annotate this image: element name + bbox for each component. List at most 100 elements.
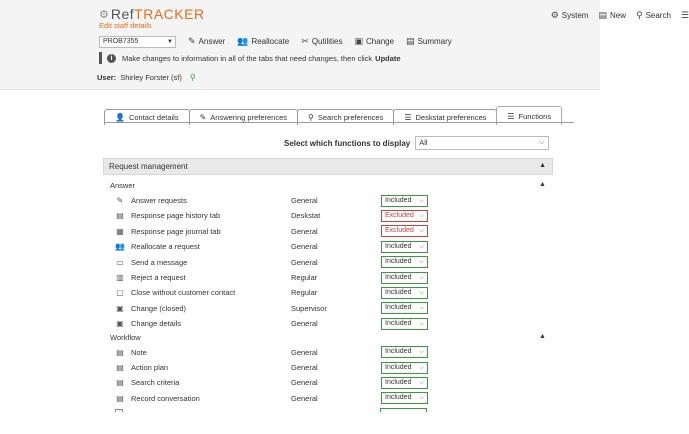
function-type: General — [291, 257, 318, 267]
function-type: Regular — [291, 288, 318, 298]
answer-button[interactable]: ✎ Answer — [188, 36, 225, 47]
chevron-down-icon: ⌵ — [419, 242, 424, 250]
status-select[interactable]: Included ⌵ — [381, 240, 428, 253]
group-title: Workflow — [110, 332, 141, 342]
function-type: General — [291, 378, 318, 388]
chevron-down-icon: ⌵ — [419, 227, 424, 235]
list-icon: ▤ — [116, 211, 124, 221]
journal-icon: ▦ — [116, 226, 124, 236]
pencil-icon: ✎ — [199, 113, 207, 122]
change-button[interactable]: ▣ Change — [355, 36, 395, 47]
reject-icon: ▥ — [116, 273, 124, 282]
collapse-icon[interactable]: ▲ — [539, 333, 546, 340]
function-row: ▥ Reject a request Regular Included ⌵ — [115, 271, 445, 284]
page-subtitle: Edit staff details — [99, 21, 152, 30]
status-select[interactable]: Included ⌵ — [381, 346, 428, 359]
qutilities-button[interactable]: ✂ Qutilities — [301, 36, 342, 47]
users-icon: 👥 — [237, 36, 249, 46]
chevron-down-icon: ⌵ — [419, 196, 424, 204]
status-select[interactable]: Included ⌵ — [381, 194, 428, 207]
tools-icon: ✂ — [301, 36, 309, 46]
function-row: ✎ Answer requests General Included ⌵ — [115, 194, 445, 207]
note-icon: ▤ — [116, 347, 124, 357]
app-logo: ⚙ Ref TRACKER — [99, 6, 205, 22]
status-select[interactable]: Included ⌵ — [381, 256, 428, 269]
problem-select[interactable]: PROB7355 ▼ — [99, 35, 176, 48]
collapse-icon[interactable]: ▲ — [539, 162, 546, 169]
function-row: ▦ Response page journal tab General Exclude… — [115, 225, 445, 238]
menu-button[interactable]: ☰ — [681, 10, 689, 21]
function-type: General — [291, 363, 318, 372]
status-select[interactable]: Included ⌵ — [381, 361, 428, 374]
function-row: ▭ Send a message General Included ⌵ — [115, 256, 445, 269]
summary-button[interactable]: ▤ Summary — [406, 36, 452, 47]
collapse-icon[interactable]: ▲ — [539, 181, 546, 188]
document-icon: ▤ — [598, 10, 607, 20]
top-nav: ⚙ System ▤ New ⚲ Search ☰ — [551, 10, 689, 21]
function-row: ▣ Change details General Included ⌵ — [115, 317, 445, 330]
search-button[interactable]: ⚲ Search — [636, 10, 671, 21]
status-select[interactable]: Included ⌵ — [381, 286, 428, 299]
group-title: Answer — [110, 181, 136, 190]
status-select[interactable]: Excluded ⌵ — [381, 225, 428, 238]
function-name: Send a message — [131, 257, 188, 267]
function-type: General — [291, 319, 318, 329]
chevron-down-icon: ⌵ — [538, 139, 545, 146]
chevron-down-icon: ⌵ — [419, 258, 424, 266]
function-row: ▤ Search criteria General Included ⌵ — [115, 376, 445, 389]
new-button[interactable]: ▤ New — [598, 10, 626, 21]
function-name: Response page journal tab — [131, 226, 221, 236]
function-row: ▤ Record conversation General Included ⌵ — [115, 392, 445, 405]
chevron-down-icon: ⌵ — [419, 288, 424, 296]
edit-doc-icon: ▣ — [354, 36, 364, 46]
function-type: General — [291, 393, 318, 403]
function-name: Reallocate a request — [131, 242, 200, 252]
edit-doc-icon: ▣ — [116, 303, 124, 313]
status-select[interactable]: Included ⌵ — [381, 376, 428, 389]
summary-icon: ▤ — [406, 36, 415, 46]
search-icon: ⚲ — [635, 10, 643, 20]
note-icon: ▤ — [116, 363, 124, 372]
toolbar: PROB7355 ▼ ✎ Answer 👥 Reallocate ✂ Qutilitie… — [99, 35, 452, 48]
system-button[interactable]: ⚙ System — [551, 10, 589, 21]
sliders-icon: ☰ — [404, 113, 412, 122]
function-row: 👥 Reallocate a request General Included ⌵ — [115, 240, 445, 253]
chevron-down-icon: ⌵ — [419, 348, 424, 356]
gear-icon: ⚙ — [550, 10, 559, 20]
chevron-down-icon: ⌵ — [419, 378, 424, 386]
function-row: ▤ Response page history tab Deskstat Exclud… — [115, 209, 445, 222]
reallocate-button[interactable]: 👥 Reallocate — [237, 36, 289, 47]
function-row: ▢ Close without customer contact Regular In… — [115, 286, 445, 299]
chevron-down-icon: ⌵ — [419, 394, 424, 402]
status-select[interactable]: Included ⌵ — [381, 317, 428, 330]
function-row: ▤ Action plan General Included ⌵ — [115, 361, 445, 374]
status-select[interactable]: Included ⌵ — [381, 271, 428, 284]
dropdown-arrow-icon: ▼ — [167, 38, 173, 45]
function-type: General — [291, 226, 318, 236]
sliders-icon: ☰ — [507, 111, 515, 121]
pencil-icon: ✎ — [116, 196, 124, 205]
function-name: Response page history tab — [131, 211, 221, 221]
section-request-management[interactable]: Request management ▲ — [103, 158, 553, 175]
edit-doc-icon: ▣ — [116, 319, 124, 329]
status-select[interactable]: Excluded ⌵ — [381, 209, 428, 222]
status-select[interactable]: Included ⌵ — [381, 302, 428, 315]
chevron-down-icon: ⌵ — [419, 319, 424, 327]
window-icon: ▭ — [116, 257, 124, 267]
logo-tracker-text: TRACKER — [134, 6, 205, 22]
search-icon: ⚲ — [308, 113, 314, 122]
user-line: User: Shirley Forster (sf) ⚲ — [97, 73, 196, 82]
function-filter-select[interactable]: All ⌵ — [415, 136, 550, 150]
chevron-down-icon: ⌵ — [419, 363, 424, 371]
function-type: Supervisor — [291, 303, 327, 313]
user-name: Shirley Forster (sf) — [120, 73, 182, 82]
pencil-icon: ✎ — [188, 36, 196, 46]
function-type: Regular — [291, 273, 318, 282]
folder-icon: ▢ — [116, 288, 124, 298]
info-message: i Make changes to information in all of … — [99, 52, 401, 64]
logo-gear-icon: ⚙ — [99, 8, 109, 21]
user-icon[interactable]: ⚲ — [190, 73, 196, 82]
note-icon: ▤ — [116, 378, 124, 388]
status-select[interactable]: Included ⌵ — [381, 392, 428, 405]
function-name: Change (closed) — [131, 303, 187, 313]
